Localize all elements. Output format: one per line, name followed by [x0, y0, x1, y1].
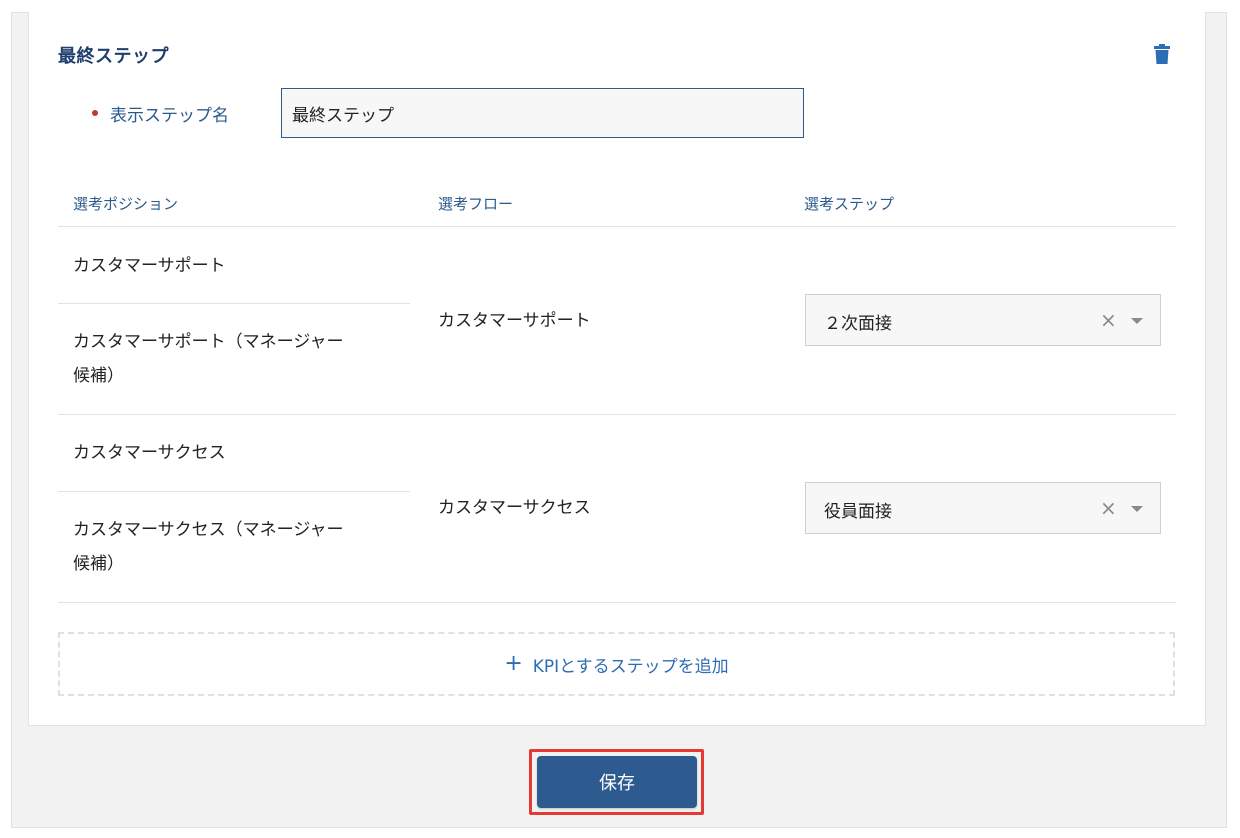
header-flow: 選考フロー: [438, 195, 514, 213]
add-kpi-step-label: KPIとするステップを追加: [532, 656, 729, 677]
step-select-value: ２次面接: [824, 314, 892, 334]
add-kpi-step-button[interactable]: + KPIとするステップを追加: [58, 632, 1175, 696]
chevron-down-icon[interactable]: [1131, 506, 1143, 512]
step-select-value: 役員面接: [824, 502, 892, 522]
position-cell: カスタマーサクセス（マネージャー: [73, 520, 344, 540]
row-divider: [58, 414, 1176, 415]
flow-cell: カスタマーサクセス: [438, 498, 591, 518]
position-cell: カスタマーサポート（マネージャー: [73, 332, 344, 352]
step-title: 最終ステップ: [58, 46, 169, 67]
save-button[interactable]: 保存: [537, 756, 697, 808]
step-name-input[interactable]: [281, 88, 804, 138]
trash-icon[interactable]: [1154, 44, 1170, 64]
header-position: 選考ポジション: [73, 195, 179, 213]
position-cell-continued: 候補）: [73, 366, 124, 386]
header-divider: [58, 226, 1176, 227]
position-cell-continued: 候補）: [73, 554, 124, 574]
row-divider: [58, 602, 1176, 603]
position-cell: カスタマーサポート: [73, 256, 226, 276]
clear-icon[interactable]: ×: [1100, 308, 1117, 332]
position-divider: [58, 303, 410, 304]
clear-icon[interactable]: ×: [1100, 496, 1117, 520]
position-cell: カスタマーサクセス: [73, 443, 226, 463]
required-dot-icon: [92, 110, 98, 116]
plus-icon: +: [504, 651, 523, 676]
step-select[interactable]: 役員面接 ×: [805, 482, 1161, 534]
step-name-label: 表示ステップ名: [110, 106, 229, 126]
header-step: 選考ステップ: [804, 195, 895, 213]
chevron-down-icon[interactable]: [1131, 318, 1143, 324]
flow-cell: カスタマーサポート: [438, 311, 591, 331]
step-select[interactable]: ２次面接 ×: [805, 294, 1161, 346]
position-divider: [58, 491, 410, 492]
